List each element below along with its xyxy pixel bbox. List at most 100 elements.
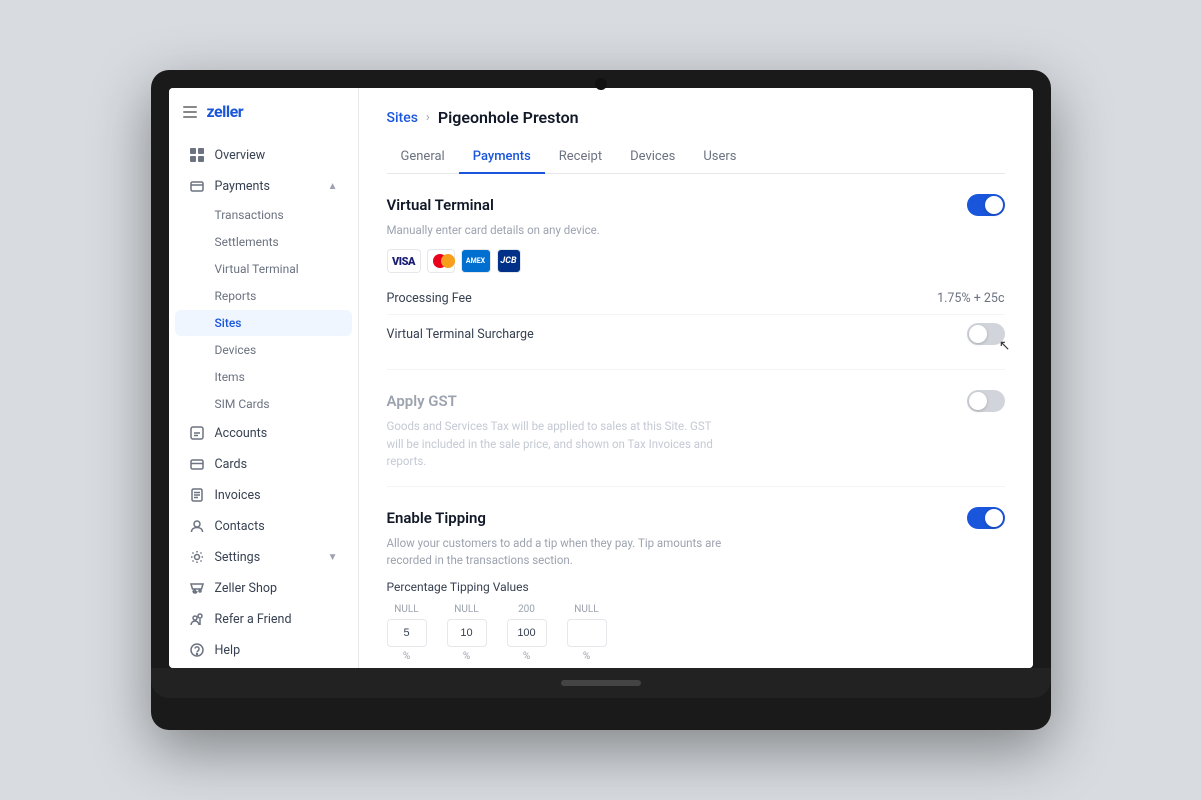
main-content: Sites › Pigeonhole Preston General Payme…: [359, 88, 1033, 668]
sidebar: zeller Overview: [169, 88, 359, 668]
payments-subnav: Transactions Settlements Virtual Termina…: [169, 202, 358, 336]
invoices-label: Invoices: [215, 488, 338, 503]
enable-tipping-title: Enable Tipping: [387, 509, 486, 527]
breadcrumb-current: Pigeonhole Preston: [438, 108, 579, 127]
items-label: Items: [215, 370, 245, 384]
payments-label: Payments: [215, 179, 318, 194]
amex-icon: AMEX: [461, 249, 491, 273]
enable-tipping-header: Enable Tipping: [387, 507, 1005, 529]
tab-general[interactable]: General: [387, 141, 459, 174]
sidebar-item-refer[interactable]: Refer a Friend: [175, 604, 352, 634]
virtual-terminal-toggle[interactable]: [967, 194, 1005, 216]
accounts-icon: [189, 425, 205, 441]
virtual-terminal-section: Virtual Terminal Manually enter card det…: [387, 194, 1005, 370]
shop-icon: [189, 580, 205, 596]
apply-gst-header: Apply GST: [387, 390, 1005, 412]
jcb-icon: JCB: [497, 249, 521, 273]
enable-tipping-desc: Allow your customers to add a tip when t…: [387, 535, 727, 570]
tipping-col-2: NULL %: [447, 604, 487, 662]
sidebar-item-sim-cards[interactable]: SIM Cards: [175, 391, 352, 417]
tipping-input-4[interactable]: [567, 619, 607, 647]
apply-gst-section: Apply GST Goods and Services Tax will be…: [387, 390, 1005, 487]
sidebar-nav: Overview Payments ▲: [169, 135, 358, 668]
sidebar-item-help[interactable]: Help: [175, 635, 352, 665]
sidebar-item-reports[interactable]: Reports: [175, 283, 352, 309]
overview-icon: [189, 147, 205, 163]
enable-tipping-toggle[interactable]: [967, 507, 1005, 529]
sidebar-item-payments[interactable]: Payments ▲: [175, 171, 352, 201]
sites-label: Sites: [215, 316, 242, 330]
tipping-values: NULL % NULL % 200: [387, 604, 1005, 662]
enable-tipping-section: Enable Tipping Allow your customers to a…: [387, 507, 1005, 668]
help-icon: [189, 642, 205, 658]
sim-cards-label: SIM Cards: [215, 397, 270, 411]
breadcrumb-separator: ›: [426, 110, 430, 125]
tipping-col-4: NULL %: [567, 604, 607, 662]
tabs: General Payments Receipt Devices Users: [387, 141, 1005, 174]
reports-label: Reports: [215, 289, 257, 303]
apply-gst-desc: Goods and Services Tax will be applied t…: [387, 418, 727, 470]
sidebar-item-virtual-terminal[interactable]: Virtual Terminal: [175, 256, 352, 282]
devices-label: Devices: [215, 343, 257, 357]
sidebar-item-transactions[interactable]: Transactions: [175, 202, 352, 228]
virtual-terminal-header: Virtual Terminal: [387, 194, 1005, 216]
tab-payments[interactable]: Payments: [459, 141, 545, 174]
surcharge-row: Virtual Terminal Surcharge ↖: [387, 315, 1005, 353]
sidebar-item-overview[interactable]: Overview: [175, 140, 352, 170]
payments-icon: [189, 178, 205, 194]
overview-label: Overview: [215, 148, 338, 163]
zeller-shop-label: Zeller Shop: [215, 581, 338, 596]
tipping-input-2[interactable]: [447, 619, 487, 647]
processing-fee-label: Processing Fee: [387, 291, 472, 306]
help-label: Help: [215, 643, 338, 658]
accounts-label: Accounts: [215, 426, 338, 441]
refer-icon: [189, 611, 205, 627]
payments-chevron: ▲: [328, 181, 338, 192]
logo: zeller: [207, 102, 244, 121]
sidebar-item-items[interactable]: Items: [175, 364, 352, 390]
sidebar-item-devices[interactable]: Devices: [175, 337, 352, 363]
processing-fee-row: Processing Fee 1.75% + 25c: [387, 283, 1005, 315]
cards-icon: [189, 456, 205, 472]
sidebar-item-settlements[interactable]: Settlements: [175, 229, 352, 255]
percentage-tipping-label: Percentage Tipping Values: [387, 580, 1005, 594]
hamburger-icon[interactable]: [183, 106, 197, 118]
contacts-label: Contacts: [215, 519, 338, 534]
settings-icon: [189, 549, 205, 565]
breadcrumb: Sites › Pigeonhole Preston: [387, 108, 1005, 127]
refer-label: Refer a Friend: [215, 612, 338, 627]
visa-icon: VISA: [387, 249, 421, 273]
tab-devices[interactable]: Devices: [616, 141, 689, 174]
sidebar-item-contacts[interactable]: Contacts: [175, 511, 352, 541]
tipping-col-3: 200 %: [507, 604, 547, 662]
surcharge-toggle[interactable]: [967, 323, 1005, 345]
sidebar-item-accounts[interactable]: Accounts: [175, 418, 352, 448]
breadcrumb-parent[interactable]: Sites: [387, 110, 418, 126]
tipping-input-1[interactable]: [387, 619, 427, 647]
laptop-notch: [595, 78, 607, 90]
settings-chevron: ▼: [328, 552, 338, 563]
transactions-label: Transactions: [215, 208, 284, 222]
settlements-label: Settlements: [215, 235, 279, 249]
mastercard-icon: [427, 249, 455, 273]
apply-gst-toggle[interactable]: [967, 390, 1005, 412]
tipping-col-1: NULL %: [387, 604, 427, 662]
sidebar-item-cards[interactable]: Cards: [175, 449, 352, 479]
settings-label: Settings: [215, 550, 318, 565]
virtual-terminal-desc: Manually enter card details on any devic…: [387, 222, 727, 239]
tab-receipt[interactable]: Receipt: [545, 141, 616, 174]
virtual-terminal-label: Virtual Terminal: [215, 262, 299, 276]
virtual-terminal-title: Virtual Terminal: [387, 196, 494, 214]
invoices-icon: [189, 487, 205, 503]
processing-fee-value: 1.75% + 25c: [937, 291, 1004, 306]
sidebar-item-zeller-shop[interactable]: Zeller Shop: [175, 573, 352, 603]
sidebar-item-settings[interactable]: Settings ▼: [175, 542, 352, 572]
laptop-chin-bar: [561, 680, 641, 686]
cards-label: Cards: [215, 457, 338, 472]
sidebar-header: zeller: [169, 102, 358, 135]
tab-users[interactable]: Users: [689, 141, 750, 174]
sidebar-item-invoices[interactable]: Invoices: [175, 480, 352, 510]
sidebar-item-sites[interactable]: Sites: [175, 310, 352, 336]
apply-gst-title: Apply GST: [387, 392, 457, 410]
tipping-input-3[interactable]: [507, 619, 547, 647]
